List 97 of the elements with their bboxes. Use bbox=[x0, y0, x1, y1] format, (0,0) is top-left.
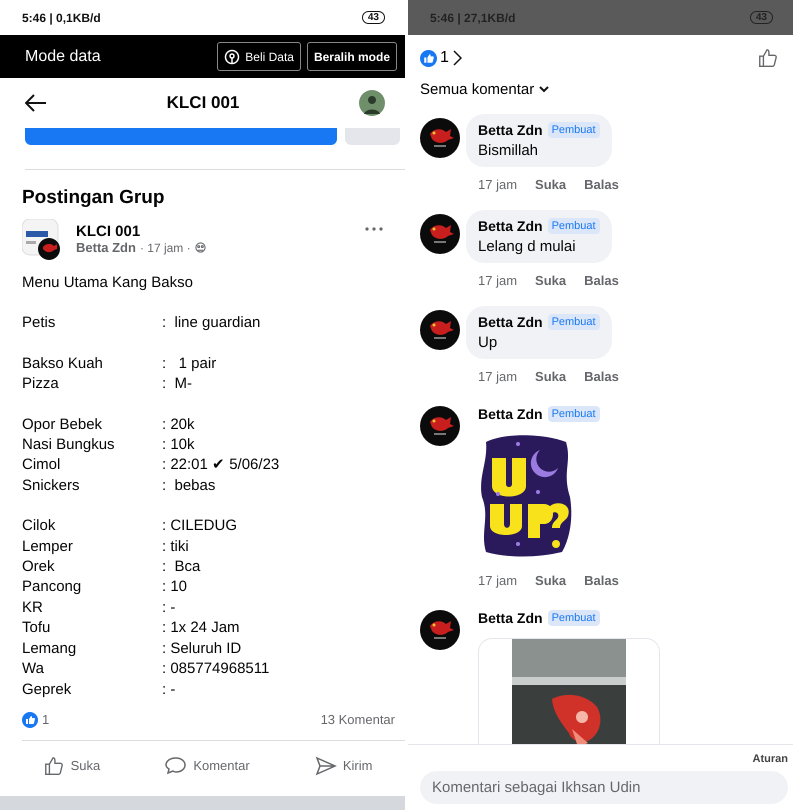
reply-link[interactable]: Balas bbox=[584, 573, 619, 588]
comment-text: Bismillah bbox=[478, 142, 540, 159]
menu-label: Pizza bbox=[22, 374, 60, 394]
author-badge: Pembuat bbox=[548, 610, 600, 626]
post-intro: Menu Utama Kang Bakso bbox=[22, 273, 194, 293]
broadcast-icon bbox=[224, 48, 240, 64]
menu-value: : Seluruh ID bbox=[162, 638, 242, 659]
like-link[interactable]: Suka bbox=[535, 573, 566, 588]
menu-value: : 22:01 ✔ 5/06/23 bbox=[162, 455, 280, 476]
like-button[interactable]: Suka bbox=[36, 754, 106, 778]
more-options-icon[interactable] bbox=[365, 227, 383, 231]
menu-value: : 20k bbox=[162, 414, 196, 435]
avatar-icon bbox=[420, 610, 460, 650]
comment-time: 17 jam bbox=[478, 369, 518, 384]
menu-label: Tofu bbox=[22, 618, 52, 638]
comment-time: 17 jam bbox=[478, 273, 518, 288]
battery-level: 43 bbox=[750, 11, 773, 24]
comment-count[interactable]: 13 Komentar bbox=[320, 712, 395, 728]
menu-label: KR bbox=[22, 598, 44, 618]
chevron-down-icon bbox=[539, 86, 550, 93]
menu-label: Bakso Kuah bbox=[22, 354, 104, 374]
menu-label: Snickers bbox=[22, 476, 81, 496]
reply-link[interactable]: Balas bbox=[584, 177, 619, 192]
menu-label: Pancong bbox=[22, 577, 82, 598]
rules-link[interactable]: Aturan bbox=[752, 753, 788, 765]
avatar-icon bbox=[420, 310, 460, 350]
menu-label: Lemang bbox=[22, 638, 78, 659]
avatar-icon bbox=[420, 406, 460, 446]
menu-label: Petis bbox=[22, 313, 56, 334]
comment-text: Lelang d mulai bbox=[478, 238, 577, 255]
menu-label: Cilok bbox=[22, 516, 56, 536]
menu-value: : 10 bbox=[162, 577, 188, 598]
author-badge: Pembuat bbox=[548, 218, 600, 234]
menu-label: Opor Bebek bbox=[22, 414, 104, 435]
data-mode-title: Mode data bbox=[25, 48, 102, 66]
chevron-right-icon bbox=[452, 50, 462, 66]
menu-value: : line guardian bbox=[162, 313, 262, 334]
members-icon bbox=[194, 242, 206, 253]
menu-value: : - bbox=[162, 598, 176, 618]
menu-label: Nasi Bungkus bbox=[22, 435, 116, 456]
comment-text: Up bbox=[478, 334, 498, 351]
comment-button[interactable]: Komentar bbox=[159, 754, 256, 777]
like-reaction-icon bbox=[420, 50, 437, 66]
comment-time: 17 jam bbox=[478, 177, 518, 192]
commenter-name[interactable]: Betta Zdn bbox=[478, 314, 543, 330]
send-icon bbox=[314, 756, 337, 776]
post-time: · 17 jam · bbox=[140, 240, 191, 254]
comment-input[interactable]: Komentari sebagai Ikhsan Udin bbox=[420, 771, 788, 804]
buy-data-button[interactable]: Beli Data bbox=[217, 42, 301, 71]
commenter-name[interactable]: Betta Zdn bbox=[478, 406, 543, 422]
menu-value: : M- bbox=[162, 374, 193, 394]
menu-label: Orek bbox=[22, 557, 56, 578]
comment-time: 17 jam bbox=[478, 573, 518, 588]
menu-value: : 10k bbox=[162, 435, 196, 456]
profile-avatar-icon[interactable] bbox=[359, 90, 385, 116]
menu-value: : tiki bbox=[162, 536, 190, 557]
group-title: KLCI 001 bbox=[166, 93, 240, 113]
menu-label: Cimol bbox=[22, 455, 62, 476]
thumbs-up-icon bbox=[42, 754, 65, 777]
menu-value: : - bbox=[162, 680, 176, 700]
menu-label: Geprek bbox=[22, 680, 72, 700]
like-link[interactable]: Suka bbox=[535, 177, 566, 192]
status-time: 5:46 | 27,1KB/d bbox=[430, 10, 516, 24]
menu-label: Wa bbox=[22, 659, 45, 680]
commenter-name[interactable]: Betta Zdn bbox=[478, 610, 543, 626]
menu-value: : Bca bbox=[162, 557, 202, 578]
avatar-icon bbox=[420, 118, 460, 158]
menu-value: : 1x 24 Jam bbox=[162, 618, 241, 638]
reaction-count[interactable]: 1 bbox=[42, 712, 50, 728]
reactions-button[interactable]: 1 bbox=[420, 49, 462, 67]
commenter-name[interactable]: Betta Zdn bbox=[478, 218, 543, 234]
back-arrow-icon[interactable] bbox=[25, 94, 47, 112]
author-badge: Pembuat bbox=[548, 314, 600, 330]
like-link[interactable]: Suka bbox=[535, 369, 566, 384]
comment-filter-dropdown[interactable]: Semua komentar bbox=[408, 75, 562, 104]
group-name[interactable]: KLCI 001 bbox=[70, 223, 357, 240]
menu-value: : 085774968511 bbox=[162, 659, 270, 680]
avatar-icon bbox=[420, 214, 460, 254]
author-badge: Pembuat bbox=[548, 122, 600, 138]
thumbs-up-icon bbox=[757, 47, 779, 69]
menu-value: : CILEDUG bbox=[162, 516, 238, 536]
reply-link[interactable]: Balas bbox=[584, 273, 619, 288]
reply-link[interactable]: Balas bbox=[584, 369, 619, 384]
share-button[interactable]: Kirim bbox=[308, 754, 378, 777]
author-name[interactable]: Betta Zdn bbox=[76, 240, 136, 255]
status-time: 5:46 | 0,1KB/d bbox=[22, 10, 101, 24]
commenter-name[interactable]: Betta Zdn bbox=[478, 122, 543, 138]
menu-label: Lemper bbox=[22, 536, 74, 557]
like-link[interactable]: Suka bbox=[535, 273, 566, 288]
section-title: Postingan Grup bbox=[21, 186, 166, 210]
battery-level: 43 bbox=[362, 11, 385, 24]
menu-value: : 1 pair bbox=[162, 354, 218, 374]
switch-mode-button[interactable]: Beralih mode bbox=[306, 42, 397, 71]
speech-bubble-icon bbox=[165, 756, 188, 776]
menu-value: : bebas bbox=[162, 476, 216, 496]
author-badge: Pembuat bbox=[548, 406, 600, 422]
like-reaction-icon bbox=[22, 712, 38, 728]
